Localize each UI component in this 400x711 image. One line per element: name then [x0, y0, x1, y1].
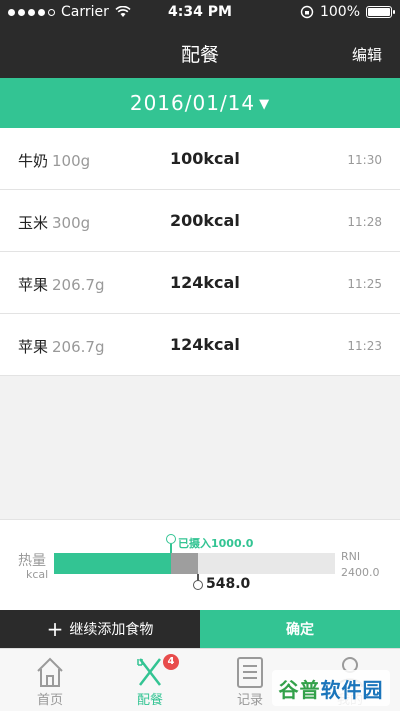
calorie-progress-bar: [54, 553, 335, 574]
food-quantity: 206.7g: [52, 338, 105, 356]
food-name: 苹果: [18, 338, 49, 356]
food-name: 玉米: [18, 214, 49, 232]
meal-time: 11:28: [347, 215, 382, 229]
add-food-label: 继续添加食物: [69, 622, 154, 638]
pending-marker-icon: [193, 580, 203, 590]
watermark-part2: 软件园: [320, 677, 384, 702]
tab-meal[interactable]: 4 配餐: [100, 649, 200, 711]
tab-home[interactable]: 首页: [0, 649, 100, 711]
consumed-label: 已摄入1000.0: [178, 537, 254, 550]
tab-home-label: 首页: [36, 693, 63, 708]
heat-label: 热量: [18, 553, 46, 569]
food-calories: 100kcal: [170, 149, 240, 168]
dropdown-arrow-icon: ▼: [259, 97, 271, 112]
action-bar: + 继续添加食物 确定: [0, 610, 400, 648]
meal-time: 11:30: [347, 153, 382, 167]
meal-row[interactable]: 苹果 206.7g 124kcal 11:25: [0, 252, 400, 314]
rni-label: RNI: [341, 550, 361, 563]
date-label: 2016/01/14: [129, 91, 256, 115]
calorie-summary: 热量 kcal 已摄入1000.0 548.0 RNI 2400.0: [0, 519, 400, 610]
food-quantity: 206.7g: [52, 276, 105, 294]
food-quantity: 300g: [52, 214, 91, 232]
meal-list: 牛奶 100g 100kcal 11:30 玉米 300g 200kcal 11:2…: [0, 128, 400, 376]
rni-value: 2400.0: [341, 566, 380, 579]
food-calories: 124kcal: [170, 273, 240, 292]
consumed-marker-line: [170, 544, 172, 553]
meal-time: 11:23: [347, 339, 382, 353]
pending-fill: [171, 553, 198, 574]
food-calories: 124kcal: [170, 335, 240, 354]
nav-bar: 配餐 编辑: [0, 26, 400, 78]
confirm-button[interactable]: 确定: [200, 610, 400, 648]
battery-percent: 100%: [319, 4, 360, 20]
fork-knife-icon: [137, 658, 161, 686]
consumed-marker-icon: [166, 534, 176, 544]
heat-unit: kcal: [26, 568, 49, 581]
add-food-button[interactable]: + 继续添加食物: [0, 610, 200, 648]
meal-row[interactable]: 牛奶 100g 100kcal 11:30: [0, 128, 400, 190]
home-icon: [37, 657, 63, 687]
tab-meal-label: 配餐: [136, 693, 163, 708]
meal-time: 11:25: [347, 277, 382, 291]
list-icon: [237, 657, 263, 688]
battery-icon: [366, 6, 395, 18]
plus-icon: +: [46, 617, 64, 641]
status-bar: Carrier 4:34 PM 100%: [0, 0, 400, 26]
watermark-part1: 谷普: [278, 677, 321, 702]
food-calories: 200kcal: [170, 211, 240, 230]
meal-count-badge: 4: [163, 654, 179, 670]
food-name: 苹果: [18, 276, 49, 294]
meal-row[interactable]: 苹果 206.7g 124kcal 11:23: [0, 314, 400, 376]
meal-row[interactable]: 玉米 300g 200kcal 11:28: [0, 190, 400, 252]
page-title: 配餐: [180, 44, 219, 66]
food-quantity: 100g: [52, 152, 91, 170]
watermark-logo: 谷普 软件园: [272, 670, 390, 706]
food-name: 牛奶: [18, 152, 49, 170]
date-selector[interactable]: 2016/01/14 ▼: [0, 78, 400, 128]
rotation-lock-icon: [300, 5, 314, 19]
pending-label: 548.0: [206, 576, 251, 592]
consumed-fill: [54, 553, 171, 574]
edit-button[interactable]: 编辑: [352, 44, 382, 65]
